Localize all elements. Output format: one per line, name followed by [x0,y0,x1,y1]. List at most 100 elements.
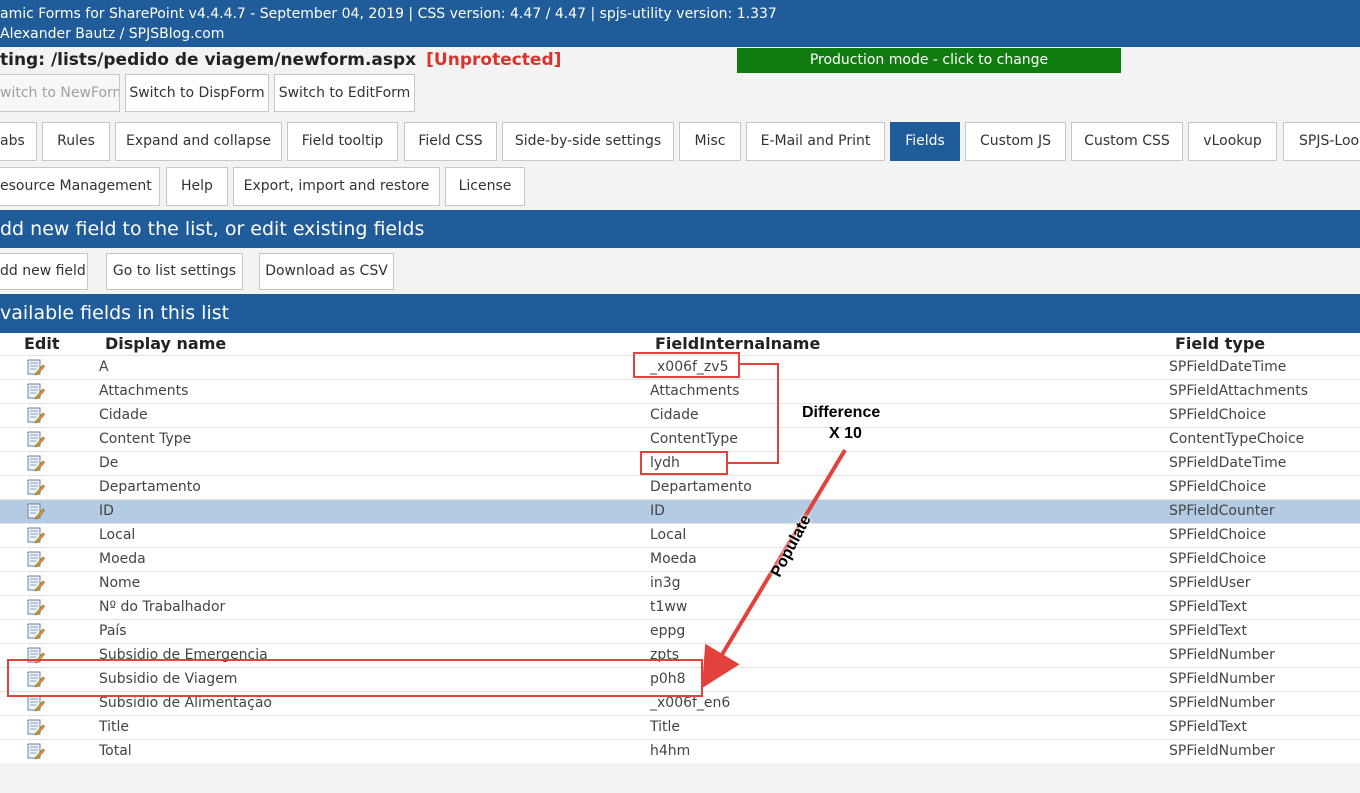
table-row: Total h4hm SPFieldNumber [0,739,1360,763]
table-row: Departamento Departamento SPFieldChoice [0,475,1360,499]
cell-internal-name: Local [650,527,687,543]
cell-field-type: SPFieldChoice [1169,527,1267,543]
tab-field-css[interactable]: Field CSS [404,122,497,161]
cell-internal-name: Cidade [650,407,699,423]
section-add-field-heading: dd new field to the list, or edit existi… [0,210,1360,248]
tab-fields[interactable]: Fields [890,122,960,161]
tab-license[interactable]: License [445,167,525,206]
cell-field-type: SPFieldNumber [1169,647,1275,663]
cell-internal-name: Departamento [650,479,752,495]
cell-display-name: Moeda [99,551,146,567]
cell-display-name: De [99,455,119,471]
edit-icon[interactable] [27,551,45,568]
tab-custom-js[interactable]: Custom JS [965,122,1066,161]
edit-icon[interactable] [27,623,45,640]
edit-icon[interactable] [27,719,45,736]
tab-side-by-side-settings[interactable]: Side-by-side settings [502,122,674,161]
section-available-fields-heading: vailable fields in this list [0,294,1360,333]
tab-export-import-restore[interactable]: Export, import and restore [233,167,440,206]
switch-to-dispform-button[interactable]: Switch to DispForm [125,74,269,112]
edit-icon[interactable] [27,431,45,448]
edit-icon[interactable] [27,359,45,376]
table-row: Content Type ContentType ContentTypeChoice [0,427,1360,451]
add-new-field-button[interactable]: dd new field [0,253,88,290]
edit-icon[interactable] [27,407,45,424]
cell-field-type: SPFieldChoice [1169,479,1267,495]
version-info: amic Forms for SharePoint v4.4.4.7 - Sep… [0,6,777,22]
tab-tabs[interactable]: abs [0,122,37,161]
annotation-difference-text: Difference [802,404,881,421]
cell-display-name: Content Type [99,431,192,447]
cell-display-name: Attachments [99,383,189,399]
table-row: Title Title SPFieldText [0,715,1360,739]
tab-misc[interactable]: Misc [679,122,741,161]
annotation-box-subsidio-viagem [7,659,703,697]
edit-icon[interactable] [27,575,45,592]
cell-field-type: SPFieldNumber [1169,743,1275,759]
table-row: Nº do Trabalhador t1ww SPFieldText [0,595,1360,619]
table-row: País eppg SPFieldText [0,619,1360,643]
cell-display-name: A [99,359,109,375]
cell-internal-name: t1ww [650,599,688,615]
tab-help[interactable]: Help [166,167,228,206]
cell-field-type: ContentTypeChoice [1169,431,1305,447]
edit-icon[interactable] [27,743,45,760]
cell-internal-name: ID [650,503,665,519]
cell-display-name: Title [99,719,130,735]
cell-internal-name: Title [650,719,681,735]
tab-vlookup[interactable]: vLookup [1188,122,1277,161]
app-header: amic Forms for SharePoint v4.4.4.7 - Sep… [0,0,1360,47]
cell-field-type: SPFieldChoice [1169,551,1267,567]
go-to-list-settings-button[interactable]: Go to list settings [106,253,243,290]
switch-to-newform-button[interactable]: witch to NewForm [0,74,120,112]
cell-field-type: SPFieldUser [1169,575,1251,591]
edit-icon[interactable] [27,695,45,712]
annotation-box-internal-a [633,352,740,378]
tab-field-tooltip[interactable]: Field tooltip [287,122,398,161]
cell-display-name: País [99,623,127,639]
cell-field-type: SPFieldText [1169,719,1247,735]
download-csv-button[interactable]: Download as CSV [259,253,394,290]
edit-icon[interactable] [27,503,45,520]
production-mode-toggle[interactable]: Production mode - click to change [737,48,1121,73]
annotation-box-internal-de [640,451,728,475]
tab-spjs-lookup[interactable]: SPJS-Look [1283,122,1360,161]
tab-email-and-print[interactable]: E-Mail and Print [746,122,885,161]
column-header-field-type: Field type [1175,334,1266,353]
edit-icon[interactable] [27,383,45,400]
cell-field-type: SPFieldNumber [1169,671,1275,687]
unprotected-status: [Unprotected] [426,50,562,70]
edit-icon[interactable] [27,479,45,496]
cell-display-name: Local [99,527,136,543]
tab-expand-and-collapse[interactable]: Expand and collapse [115,122,282,161]
table-row: ID ID SPFieldCounter [0,499,1360,523]
tab-custom-css[interactable]: Custom CSS [1071,122,1183,161]
column-header-edit: Edit [24,334,60,353]
cell-field-type: SPFieldCounter [1169,503,1275,519]
cell-internal-name: eppg [650,623,686,639]
annotation-x10-text: X 10 [829,425,862,442]
table-row: Cidade Cidade SPFieldChoice [0,403,1360,427]
cell-display-name: Subsidio de Alimentação [99,695,272,711]
cell-internal-name: ContentType [650,431,738,447]
cell-internal-name: h4hm [650,743,691,759]
table-row: Moeda Moeda SPFieldChoice [0,547,1360,571]
cell-display-name: Cidade [99,407,148,423]
editing-path-label: ting: /lists/pedido de viagem/newform.as… [0,50,417,70]
edit-icon[interactable] [27,527,45,544]
editing-path: ting: /lists/pedido de viagem/newform.as… [0,50,561,70]
cell-display-name: Nº do Trabalhador [99,599,226,615]
cell-internal-name: Attachments [650,383,740,399]
column-header-display-name: Display name [105,334,227,353]
table-row: Local Local SPFieldChoice [0,523,1360,547]
tab-resource-management[interactable]: esource Management [0,167,160,206]
switch-to-editform-button[interactable]: Switch to EditForm [274,74,415,112]
edit-icon[interactable] [27,599,45,616]
tab-rules[interactable]: Rules [42,122,110,161]
cell-field-type: SPFieldNumber [1169,695,1275,711]
edit-icon[interactable] [27,455,45,472]
cell-internal-name: _x006f_en6 [650,695,731,711]
cell-field-type: SPFieldText [1169,599,1247,615]
cell-field-type: SPFieldDateTime [1169,359,1287,375]
cell-display-name: Departamento [99,479,201,495]
